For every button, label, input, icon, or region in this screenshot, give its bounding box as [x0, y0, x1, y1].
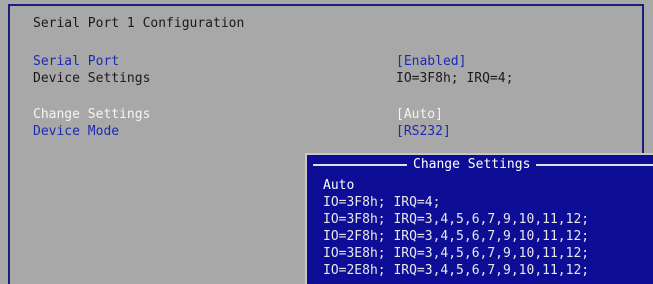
device-settings-label: Device Settings: [33, 71, 151, 86]
page-title: Serial Port 1 Configuration: [33, 16, 245, 31]
option-io-3f8h-irq4[interactable]: IO=3F8h; IRQ=4;: [323, 194, 440, 211]
change-settings-value[interactable]: [Auto]: [396, 106, 443, 123]
popup-title: Change Settings: [407, 156, 537, 173]
change-settings-label[interactable]: Change Settings: [33, 106, 150, 123]
device-settings-value: IO=3F8h; IRQ=4;: [396, 71, 514, 86]
option-auto[interactable]: Auto: [323, 177, 354, 194]
device-mode-label[interactable]: Device Mode: [33, 123, 119, 140]
serial-port-value[interactable]: [Enabled]: [396, 53, 466, 70]
option-io-3e8h-irq-multi[interactable]: IO=3E8h; IRQ=3,4,5,6,7,9,10,11,12;: [323, 245, 589, 262]
serial-port-label[interactable]: Serial Port: [33, 53, 119, 70]
bios-screen: Serial Port 1 Configuration Serial Port …: [0, 0, 653, 284]
option-io-2e8h-irq-multi[interactable]: IO=2E8h; IRQ=3,4,5,6,7,9,10,11,12;: [323, 262, 589, 279]
option-io-3f8h-irq-multi[interactable]: IO=3F8h; IRQ=3,4,5,6,7,9,10,11,12;: [323, 211, 589, 228]
change-settings-popup: Change Settings Auto IO=3F8h; IRQ=4; IO=…: [305, 153, 653, 284]
device-mode-value[interactable]: [RS232]: [396, 123, 451, 140]
option-io-2f8h-irq-multi[interactable]: IO=2F8h; IRQ=3,4,5,6,7,9,10,11,12;: [323, 228, 589, 245]
